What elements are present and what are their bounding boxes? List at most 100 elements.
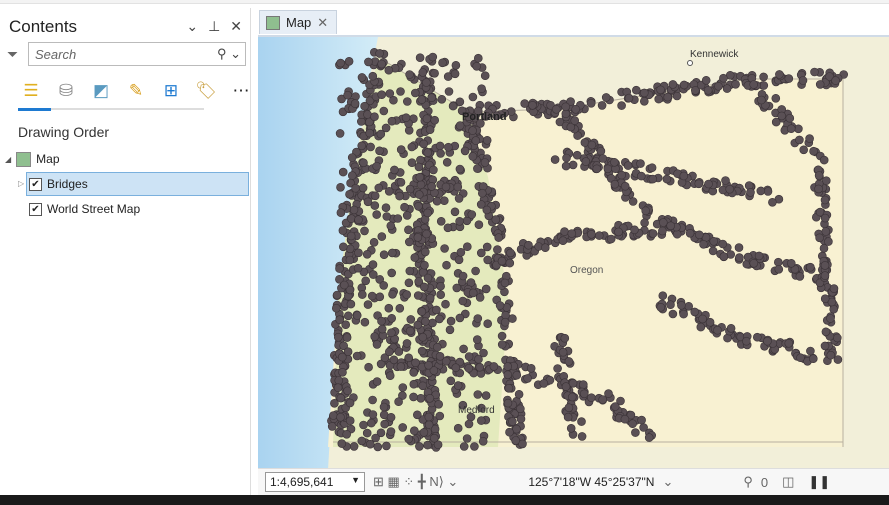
bridge-point[interactable] <box>475 293 485 302</box>
bridge-point[interactable] <box>417 95 427 104</box>
bridge-point[interactable] <box>374 183 384 193</box>
bridge-point[interactable] <box>396 87 405 96</box>
bridge-point[interactable] <box>387 328 396 338</box>
bridge-point[interactable] <box>579 389 589 399</box>
bridge-point[interactable] <box>349 442 359 451</box>
bridge-point[interactable] <box>820 271 830 280</box>
bridge-point[interactable] <box>433 342 442 352</box>
bridge-point[interactable] <box>360 101 369 111</box>
bridge-point[interactable] <box>434 399 443 409</box>
bridge-point[interactable] <box>339 242 348 252</box>
bridge-point[interactable] <box>474 53 483 63</box>
bridge-point[interactable] <box>809 146 818 156</box>
bridge-point[interactable] <box>456 248 466 257</box>
bridge-point[interactable] <box>425 393 435 403</box>
bridge-point[interactable] <box>594 231 604 240</box>
bridge-point[interactable] <box>570 116 580 125</box>
filter-icon[interactable]: ◫ <box>782 474 794 490</box>
bridge-point[interactable] <box>411 88 420 98</box>
bridge-point[interactable] <box>360 317 370 327</box>
bridge-point[interactable] <box>719 252 729 261</box>
bridge-point[interactable] <box>468 152 478 161</box>
bridge-point[interactable] <box>451 60 461 70</box>
bridge-point[interactable] <box>473 314 483 323</box>
bridge-point[interactable] <box>503 398 513 408</box>
bridge-point[interactable] <box>440 244 449 253</box>
bridge-point[interactable] <box>430 68 439 78</box>
bridge-point[interactable] <box>352 311 362 320</box>
bridge-point[interactable] <box>444 87 454 96</box>
bridge-point[interactable] <box>384 187 394 196</box>
grid-icon[interactable]: ⊞ ▦ ⁘ ╋ N⟩ ⌄ <box>373 474 458 490</box>
bridge-point[interactable] <box>481 391 491 400</box>
bridge-point[interactable] <box>455 313 465 323</box>
bridge-point[interactable] <box>405 184 415 194</box>
bridge-point[interactable] <box>577 417 586 426</box>
bridge-point[interactable] <box>704 179 713 189</box>
pause-icon[interactable]: ❚❚ <box>808 474 830 490</box>
bridge-point[interactable] <box>437 94 447 104</box>
bridge-point[interactable] <box>610 402 620 411</box>
bridge-point[interactable] <box>428 52 438 62</box>
bridge-point[interactable] <box>560 227 569 236</box>
bridge-point[interactable] <box>610 158 619 167</box>
bridge-point[interactable] <box>820 213 830 223</box>
bridge-point[interactable] <box>340 280 349 290</box>
bridge-point[interactable] <box>354 215 363 224</box>
bridge-point[interactable] <box>610 179 620 189</box>
bridge-point[interactable] <box>581 157 591 166</box>
bridge-point[interactable] <box>463 242 472 251</box>
selection-icon[interactable]: ◩ <box>90 80 112 102</box>
bridge-point[interactable] <box>344 311 353 321</box>
bridge-point[interactable] <box>799 145 809 155</box>
bridge-point[interactable] <box>810 67 819 77</box>
bridge-point[interactable] <box>359 420 368 430</box>
bridge-point[interactable] <box>497 256 507 266</box>
bridge-point[interactable] <box>414 202 423 211</box>
bridge-point[interactable] <box>614 227 623 237</box>
bridge-point[interactable] <box>435 351 445 361</box>
expand-icon[interactable]: ▷ <box>18 179 24 188</box>
bridge-point[interactable] <box>606 234 616 244</box>
bridge-point[interactable] <box>416 155 425 165</box>
bridge-point[interactable] <box>435 411 445 421</box>
bridge-point[interactable] <box>473 335 482 344</box>
search-input[interactable]: Search ⚲ ⌄ <box>28 42 246 66</box>
bridge-point[interactable] <box>436 149 445 158</box>
bridge-point[interactable] <box>344 56 354 66</box>
bridge-point[interactable] <box>363 300 373 309</box>
bridge-point[interactable] <box>368 410 378 419</box>
bridge-point[interactable] <box>679 171 689 181</box>
bridge-point[interactable] <box>448 101 458 111</box>
pin-icon[interactable]: ⊥ <box>208 18 220 35</box>
bridge-point[interactable] <box>386 427 396 436</box>
bridge-point[interactable] <box>473 164 482 173</box>
drawing-order-icon[interactable]: ☰ <box>20 80 42 102</box>
bridge-point[interactable] <box>775 70 784 79</box>
bridge-point[interactable] <box>369 238 379 247</box>
bridge-point[interactable] <box>550 155 560 164</box>
bridge-point[interactable] <box>358 183 368 193</box>
bridge-point[interactable] <box>505 258 515 268</box>
bridge-point[interactable] <box>663 92 673 102</box>
bridge-point[interactable] <box>808 354 818 364</box>
bridge-point[interactable] <box>403 97 412 106</box>
bridge-point[interactable] <box>385 89 395 98</box>
bridge-point[interactable] <box>561 382 571 391</box>
bridge-point[interactable] <box>418 381 428 391</box>
bridge-point[interactable] <box>561 102 571 112</box>
bridge-point[interactable] <box>387 116 397 126</box>
bridge-point[interactable] <box>814 171 824 180</box>
bridge-point[interactable] <box>696 322 706 332</box>
bridge-point[interactable] <box>335 264 344 273</box>
bridge-point[interactable] <box>430 433 439 443</box>
search-icon[interactable]: ⚲ ⌄ <box>217 46 241 62</box>
bridge-point[interactable] <box>757 95 766 105</box>
bridge-point[interactable] <box>362 428 372 438</box>
bridge-point[interactable] <box>405 326 415 336</box>
bridge-point[interactable] <box>379 250 389 259</box>
bridge-point[interactable] <box>370 191 380 201</box>
bridge-point[interactable] <box>824 237 833 246</box>
bridge-point[interactable] <box>639 88 649 98</box>
bridge-point[interactable] <box>774 265 784 274</box>
